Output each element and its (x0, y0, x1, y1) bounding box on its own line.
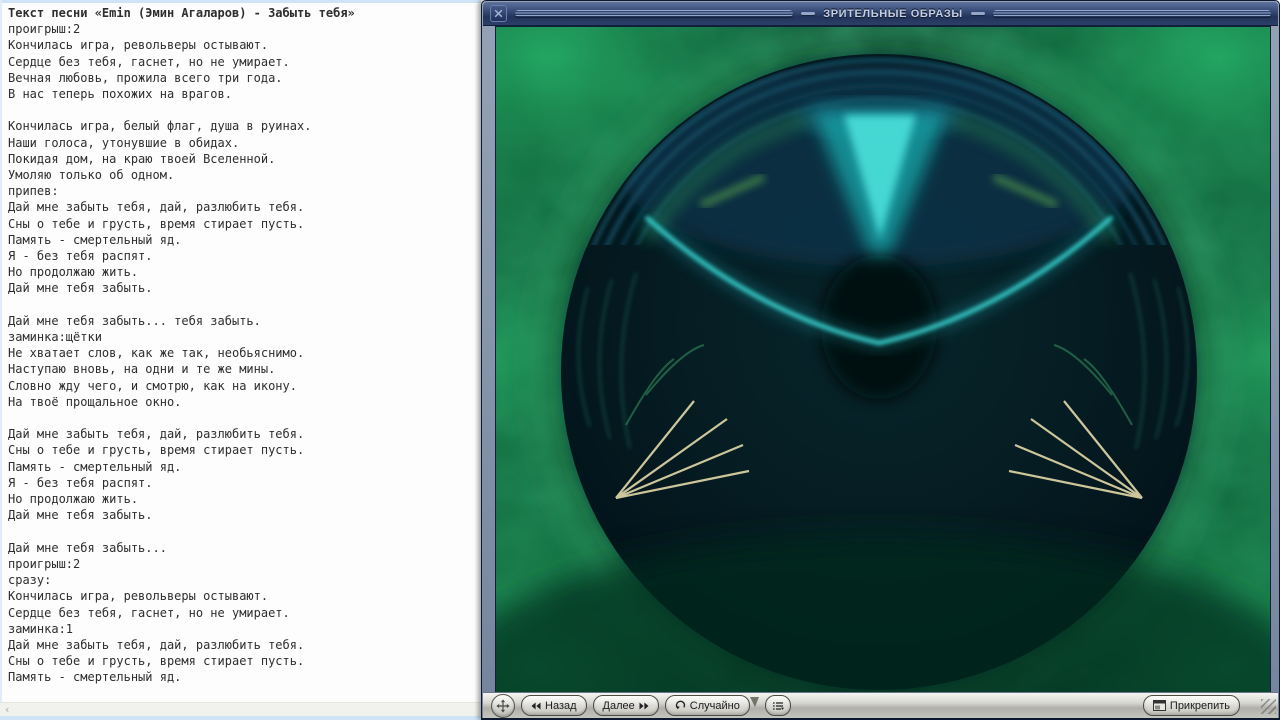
lyrics-line: заминка:1 (8, 621, 74, 636)
menu-button[interactable] (764, 695, 791, 716)
lyrics-line: Память - смертельный яд. (8, 459, 182, 474)
lyrics-text: Текст песни «Emin (Эмин Агаларов) - Забы… (8, 5, 477, 684)
lyrics-line: Дай мне тебя забыть. (8, 508, 153, 523)
resize-grip[interactable] (1261, 699, 1276, 714)
visualization-window: ЗРИТЕЛЬНЫЕ ОБРАЗЫ Назад Далее Случайно П… (481, 0, 1280, 720)
lyrics-line: На твоё прощальное окно. (8, 394, 182, 409)
lyrics-line (8, 524, 477, 540)
lyrics-line: Сны о тебе и грусть, время стирает пусть… (8, 216, 305, 231)
lyrics-line: Дай мне забыть тебя, дай, разлюбить тебя… (8, 200, 305, 215)
list-menu-dropdown-icon (772, 701, 784, 710)
lyrics-line: сразу: (8, 573, 52, 588)
lyrics-line: Но продолжаю жить. (8, 492, 139, 507)
double-right-triangles-icon (639, 702, 649, 709)
lyrics-line: Дай мне тебя забыть... тебя забыть. (8, 313, 261, 328)
horizontal-scrollbar[interactable]: ‹ (0, 702, 481, 716)
lyrics-line: Не хватает слов, как же так, необьяснимо… (8, 346, 305, 361)
lyrics-line: Словно жду чего, и смотрю, как на икону. (8, 378, 297, 393)
lyrics-panel-bottom-edge (0, 716, 481, 720)
titlebar-dash-right (970, 12, 985, 15)
dock-window-icon (1152, 700, 1166, 711)
back-button-label: Назад (545, 699, 577, 712)
lyrics-line (8, 102, 477, 118)
playback-control-bar: Назад Далее Случайно Прикрепить (483, 692, 1278, 718)
random-button[interactable]: Случайно (664, 695, 750, 716)
lyrics-line: Кончилась игра, белый флаг, душа в руина… (8, 119, 312, 134)
lyrics-panel-left-edge (0, 0, 2, 720)
skin-notch (749, 696, 759, 707)
lyrics-line: Сердце без тебя, гаснет, но не умирает. (8, 54, 290, 69)
lyrics-line: Текст песни «Emin (Эмин Агаларов) - Забы… (8, 6, 355, 20)
lyrics-line: Кончилась игра, револьверы остывают. (8, 589, 269, 604)
lyrics-line: Кончилась игра, револьверы остывают. (8, 38, 269, 53)
lyrics-line: Умоляю только об одном. (8, 168, 175, 183)
lyrics-line: Дай мне тебя забыть... (8, 540, 167, 555)
attach-button[interactable]: Прикрепить (1142, 695, 1240, 716)
lyrics-line: Память - смертельный яд. (8, 670, 182, 684)
lyrics-line: Дай мне тебя забыть. (8, 281, 153, 296)
window-title: ЗРИТЕЛЬНЫЕ ОБРАЗЫ (823, 7, 963, 20)
sparkle-icon[interactable] (490, 5, 507, 22)
double-left-triangles-icon (531, 702, 541, 709)
lyrics-line: Я - без тебя распят. (8, 475, 153, 490)
lyrics-line: Наши голоса, утонувшие в обидах. (8, 135, 240, 150)
next-button[interactable]: Далее (592, 695, 659, 716)
lyrics-line: Дай мне забыть тебя, дай, разлюбить тебя… (8, 427, 305, 442)
next-button-label: Далее (602, 699, 635, 712)
lyrics-line: Я - без тебя распят. (8, 249, 153, 264)
lyrics-line: Сердце без тебя, гаснет, но не умирает. (8, 605, 290, 620)
move-cross-icon[interactable] (491, 693, 515, 718)
lyrics-line (8, 410, 477, 426)
lyrics-line: заминка:щётки (8, 330, 102, 345)
titlebar[interactable]: ЗРИТЕЛЬНЫЕ ОБРАЗЫ (483, 2, 1278, 26)
lyrics-line: проигрыш:2 (8, 22, 81, 37)
lyrics-line: Покидая дом, на краю твоей Вселенной. (8, 151, 276, 166)
lyrics-line: Сны о тебе и грусть, время стирает пусть… (8, 654, 305, 669)
cycle-arrow-icon (675, 700, 685, 710)
lyrics-panel: Текст песни «Emin (Эмин Агаларов) - Забы… (0, 0, 481, 720)
lyrics-line: Сны о тебе и грусть, время стирает пусть… (8, 443, 305, 458)
visualization-canvas (495, 26, 1271, 694)
attach-button-label: Прикрепить (1169, 699, 1230, 712)
lyrics-line: Дай мне забыть тебя, дай, разлюбить тебя… (8, 637, 305, 652)
titlebar-stripes-right (992, 10, 1271, 17)
lyrics-panel-top-edge (0, 0, 481, 3)
lyrics-line: Вечная любовь, прожила всего три года. (8, 70, 283, 85)
lyrics-line: проигрыш:2 (8, 556, 81, 571)
lyrics-line: Память - смертельный яд. (8, 232, 182, 247)
lyrics-line: В нас теперь похожих на врагов. (8, 87, 232, 102)
lyrics-line (8, 297, 477, 313)
lyrics-line: Наступаю вновь, на одни и те же мины. (8, 362, 276, 377)
lyrics-line: Но продолжаю жить. (8, 265, 139, 280)
random-button-label: Случайно (689, 699, 740, 712)
lyrics-line: припев: (8, 184, 59, 199)
scroll-left-arrow-icon[interactable]: ‹ (0, 704, 9, 715)
titlebar-stripes-left (515, 10, 794, 17)
titlebar-dash-left (801, 12, 816, 15)
back-button[interactable]: Назад (521, 695, 587, 716)
